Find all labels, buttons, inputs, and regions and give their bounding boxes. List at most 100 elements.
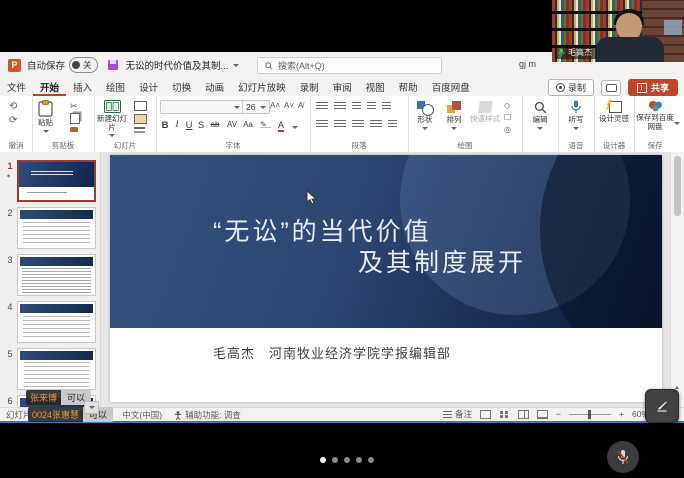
slide-title[interactable]: “无讼”的当代价值 及其制度展开 [213,217,526,279]
zoom-out-icon[interactable]: − [556,409,561,419]
tab-view[interactable]: 视图 [359,78,392,96]
tab-slideshow[interactable]: 幻灯片放映 [231,78,293,96]
page-dot[interactable] [344,457,350,463]
cut-icon[interactable]: ✂ [70,101,78,112]
page-indicator[interactable] [320,457,374,463]
font-name-select[interactable] [160,100,244,114]
slide-thumbnail-3[interactable] [17,254,96,296]
save-icon[interactable] [108,60,118,70]
new-slide-button[interactable]: 新建幻灯片 [97,100,127,137]
comments-button[interactable] [601,80,621,96]
page-dot[interactable] [332,457,338,463]
tab-record[interactable]: 录制 [293,78,326,96]
document-title[interactable]: 无讼的时代价值及其制... [126,58,240,72]
share-button[interactable]: 共享 [628,79,678,96]
editing-button[interactable]: 编辑 [527,101,553,130]
arrange-button[interactable]: 排列 [441,101,467,130]
tab-review[interactable]: 审阅 [326,78,359,96]
vertical-scrollbar[interactable]: ▲ ▼ [670,152,684,407]
align-left-icon[interactable] [316,120,328,129]
search-input[interactable]: 搜索(Alt+Q) [257,57,442,74]
text-shadow-icon[interactable]: S [195,120,207,131]
shape-outline-icon[interactable]: ☐ [504,113,511,122]
language-status[interactable]: 中文(中国) [122,409,162,421]
slide-author[interactable]: 毛高杰 河南牧业经济学院学报编辑部 [213,343,451,362]
align-right-icon[interactable] [352,120,364,129]
account-name[interactable]: gj m [519,59,536,69]
tab-animations[interactable]: 动画 [198,78,231,96]
shapes-button[interactable]: 形状 [412,101,438,130]
layout-icon[interactable] [134,101,147,111]
tab-home[interactable]: 开始 [33,78,66,96]
thumbnail-collapse-button[interactable] [84,401,99,414]
page-dot-active[interactable] [320,457,326,463]
dictate-button[interactable]: 听写 [563,100,589,130]
autosave-toggle[interactable]: 关 [69,57,98,73]
indent-increase-icon[interactable] [367,102,376,111]
normal-view-icon[interactable] [480,410,491,419]
shrink-font-icon[interactable]: A˅ [284,101,294,110]
font-color-icon[interactable]: A [278,120,284,132]
save-to-baidu-button[interactable]: 保存到百度网盘 [636,100,674,131]
scrollbar-thumb[interactable] [674,156,681,216]
collapse-ribbon-icon[interactable] [674,122,680,125]
notes-toggle[interactable]: 备注 [443,408,472,420]
slide-thumbnail-panel[interactable]: 1 ✶ 2 3 4 5 6 [0,152,101,407]
autosave-control[interactable]: 自动保存 关 [27,57,98,73]
align-center-icon[interactable] [334,120,346,129]
accessibility-status[interactable]: 辅助功能: 调查 [174,409,241,421]
section-icon[interactable] [134,127,145,129]
highlight-color-icon[interactable]: ✎ [260,120,271,128]
font-size-select[interactable]: 26 [242,100,270,114]
tab-draw[interactable]: 绘图 [99,78,132,96]
bold-icon[interactable]: B [159,120,171,131]
page-dot[interactable] [368,457,374,463]
undo-icon[interactable]: ⟲ [9,101,17,112]
tab-baidu-netdisk[interactable]: 百度网盘 [425,78,477,96]
reset-icon[interactable] [134,114,147,124]
paste-button[interactable]: 粘贴 [38,100,53,133]
redo-icon[interactable]: ⟳ [9,115,17,126]
shape-effects-icon[interactable]: ◎ [504,125,511,134]
tab-file[interactable]: 文件 [0,78,33,96]
slide-thumbnail-4[interactable] [17,301,96,343]
underline-icon[interactable]: U [183,120,195,131]
page-dot[interactable] [356,457,362,463]
format-painter-icon[interactable] [70,127,78,132]
slideshow-view-icon[interactable] [537,410,548,419]
webcam-video[interactable]: 毛高杰 [552,0,684,62]
numbering-icon[interactable] [334,102,346,111]
zoom-slider-knob[interactable] [588,410,591,419]
annotation-tool-button[interactable] [645,389,679,423]
slide-sorter-view-icon[interactable] [499,410,510,419]
grow-font-icon[interactable]: A˄ [270,101,280,110]
record-button[interactable]: 录制 [548,79,594,96]
clear-format-icon[interactable]: A̸ [298,101,303,110]
italic-icon[interactable]: I [171,120,183,130]
columns-icon[interactable] [388,120,397,129]
reading-view-icon[interactable] [518,410,529,419]
quick-styles-button[interactable]: 快速样式 [470,101,500,124]
bullets-icon[interactable] [316,102,328,111]
change-case-icon[interactable]: Aa [241,120,255,129]
line-spacing-icon[interactable] [382,102,391,111]
slide-editor[interactable]: “无讼”的当代价值 及其制度展开 毛高杰 河南牧业经济学院学报编辑部 [110,155,662,402]
copy-icon[interactable] [70,113,80,124]
tab-help[interactable]: 帮助 [392,78,425,96]
shape-fill-icon[interactable]: ◇ [504,101,510,110]
webcam-name-tag: 毛高杰 [555,46,597,59]
justify-icon[interactable] [370,120,382,129]
slide-thumbnail-2[interactable] [17,207,96,249]
tab-transitions[interactable]: 切换 [165,78,198,96]
slide-thumbnail-5[interactable] [17,348,96,390]
slide-thumbnail-1[interactable] [17,160,96,202]
char-spacing-icon[interactable]: AV [224,120,240,129]
tab-insert[interactable]: 插入 [66,78,99,96]
tab-design[interactable]: 设计 [132,78,165,96]
mute-microphone-button[interactable] [607,441,639,473]
design-ideas-button[interactable]: 设计灵感 [597,100,631,124]
zoom-slider[interactable] [569,414,611,415]
zoom-in-icon[interactable]: + [619,409,624,419]
strikethrough-icon[interactable]: ab [208,120,222,129]
indent-decrease-icon[interactable] [352,102,361,111]
